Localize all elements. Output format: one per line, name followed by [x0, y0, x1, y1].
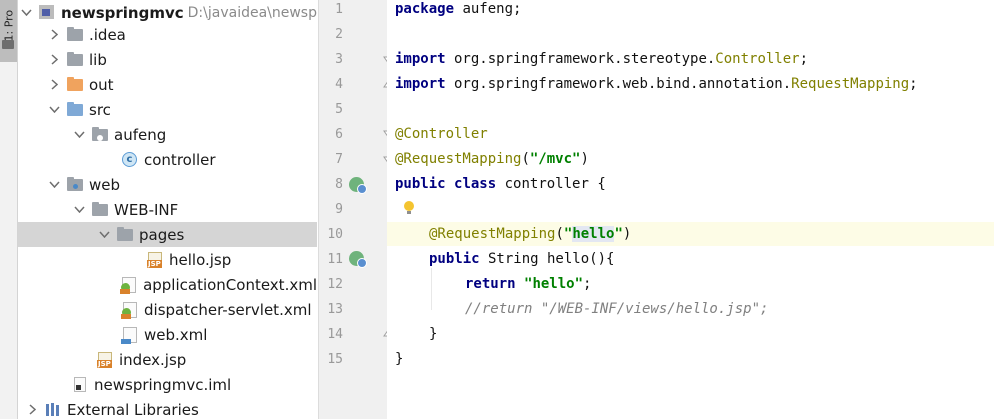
folder-icon — [66, 26, 84, 43]
line-number: 2 — [335, 27, 343, 42]
code-line-11: public String hello(){ — [429, 251, 615, 267]
code-line-14: } — [429, 326, 438, 342]
chevron-down-icon[interactable] — [73, 128, 85, 142]
code-line-13: //return "/WEB-INF/views/hello.jsp"; — [465, 301, 769, 317]
spring-xml-icon — [120, 276, 138, 294]
line-number: 6 — [335, 127, 343, 142]
project-tool-tab[interactable]: 1: Pro — [0, 0, 17, 62]
line-number: 15 — [327, 352, 343, 367]
tree-item-web-xml[interactable]: web.xml — [18, 322, 317, 347]
module-icon — [38, 4, 56, 21]
iml-file-icon — [71, 376, 89, 393]
tree-item-label: .idea — [89, 25, 126, 44]
run-gutter-icon[interactable] — [349, 177, 367, 194]
line-number: 3 — [335, 52, 343, 67]
source-folder-icon — [66, 101, 84, 118]
project-tool-tab-label: 1: Pro — [2, 9, 16, 42]
tree-item-pages[interactable]: pages — [18, 222, 317, 247]
tree-item-label: aufeng — [114, 125, 167, 144]
code-line-6: @Controller — [395, 126, 488, 142]
chevron-right-icon[interactable] — [48, 53, 60, 67]
tree-item-label: web — [89, 175, 121, 194]
chevron-right-icon[interactable] — [26, 403, 38, 417]
chevron-down-icon[interactable] — [20, 6, 32, 20]
tree-item-idea[interactable]: .idea — [18, 22, 317, 47]
tree-item-label: lib — [89, 50, 107, 69]
line-number: 14 — [327, 327, 343, 342]
tree-item-index-jsp[interactable]: JSP index.jsp — [18, 347, 317, 372]
tree-item-label: web.xml — [144, 325, 208, 344]
line-number: 8 — [335, 177, 343, 192]
web-xml-icon — [121, 326, 139, 344]
tree-item-dispatcher-servlet[interactable]: dispatcher-servlet.xml — [18, 297, 317, 322]
code-line-3: import org.springframework.stereotype.Co… — [395, 51, 809, 67]
tree-item-label: hello.jsp — [169, 250, 232, 269]
spring-xml-icon — [121, 301, 139, 319]
code-line-4: import org.springframework.web.bind.anno… — [395, 76, 918, 92]
package-icon — [91, 126, 109, 143]
tree-item-label: applicationContext.xml — [143, 275, 317, 294]
tree-item-label: WEB-INF — [114, 200, 179, 219]
chevron-down-icon[interactable] — [48, 103, 60, 117]
tree-item-label: newspringmvc.iml — [94, 375, 232, 394]
tree-item-label: controller — [144, 150, 216, 169]
line-number: 11 — [327, 252, 343, 267]
chevron-right-icon[interactable] — [48, 78, 60, 92]
tool-window-strip: 1: Pro — [0, 0, 18, 419]
indent-guide — [431, 268, 432, 310]
line-number: 4 — [335, 77, 343, 92]
tree-item-src[interactable]: src — [18, 97, 317, 122]
folder-icon — [116, 226, 134, 243]
code-line-15: } — [395, 351, 404, 367]
web-folder-icon — [66, 176, 84, 193]
line-number: 9 — [335, 202, 343, 217]
line-number: 10 — [327, 227, 343, 242]
folder-icon — [91, 201, 109, 218]
tree-item-aufeng[interactable]: aufeng — [18, 122, 317, 147]
code-editor[interactable]: package aufeng; import org.springframewo… — [387, 0, 994, 419]
tree-item-web[interactable]: web — [18, 172, 317, 197]
run-gutter-icon[interactable] — [349, 251, 367, 268]
line-number: 7 — [335, 152, 343, 167]
code-line-7: @RequestMapping("/mvc") — [395, 151, 589, 167]
tree-item-label: pages — [139, 225, 185, 244]
project-tree: newspringmvc D:\javaidea\newsp .idea lib… — [18, 0, 317, 419]
chevron-right-icon[interactable] — [48, 28, 60, 42]
chevron-down-icon[interactable] — [73, 203, 85, 217]
jsp-file-icon: JSP — [146, 251, 164, 268]
tree-item-external-libraries[interactable]: External Libraries — [18, 397, 317, 419]
folder-icon — [2, 40, 14, 49]
tree-item-label: out — [89, 75, 114, 94]
project-path: D:\javaidea\newsp — [187, 4, 317, 21]
line-number: 12 — [327, 277, 343, 292]
excluded-folder-icon — [66, 76, 84, 93]
tree-item-hello-jsp[interactable]: JSP hello.jsp — [18, 247, 317, 272]
jsp-file-icon: JSP — [96, 351, 114, 368]
folder-icon — [66, 51, 84, 68]
chevron-down-icon[interactable] — [98, 228, 110, 242]
code-line-12: return "hello"; — [465, 276, 592, 292]
code-line-8: public class controller { — [395, 176, 606, 192]
tree-item-out[interactable]: out — [18, 72, 317, 97]
line-number: 1 — [335, 2, 343, 17]
tree-item-label: dispatcher-servlet.xml — [144, 300, 312, 319]
lightbulb-icon[interactable] — [404, 201, 414, 214]
tree-item-label: index.jsp — [119, 350, 187, 369]
libraries-icon — [44, 402, 62, 418]
tree-item-application-context[interactable]: applicationContext.xml — [18, 272, 317, 297]
tree-item-web-inf[interactable]: WEB-INF — [18, 197, 317, 222]
java-class-icon: c — [121, 151, 139, 168]
tree-item-iml[interactable]: newspringmvc.iml — [18, 372, 317, 397]
editor-gutter: 1 2 3 4 5 6 7 8 9 10 11 12 13 14 15 — [318, 0, 392, 419]
chevron-down-icon[interactable] — [48, 178, 60, 192]
code-line-10: @RequestMapping("hello") — [429, 226, 632, 242]
code-line-1: package aufeng; — [395, 1, 522, 17]
tree-item-label: External Libraries — [67, 400, 199, 419]
tree-item-label: src — [89, 100, 111, 119]
tree-item-lib[interactable]: lib — [18, 47, 317, 72]
tree-item-label: newspringmvc — [61, 3, 184, 22]
line-number: 5 — [335, 102, 343, 117]
tree-item-controller[interactable]: c controller — [18, 147, 317, 172]
line-number: 13 — [327, 302, 343, 317]
